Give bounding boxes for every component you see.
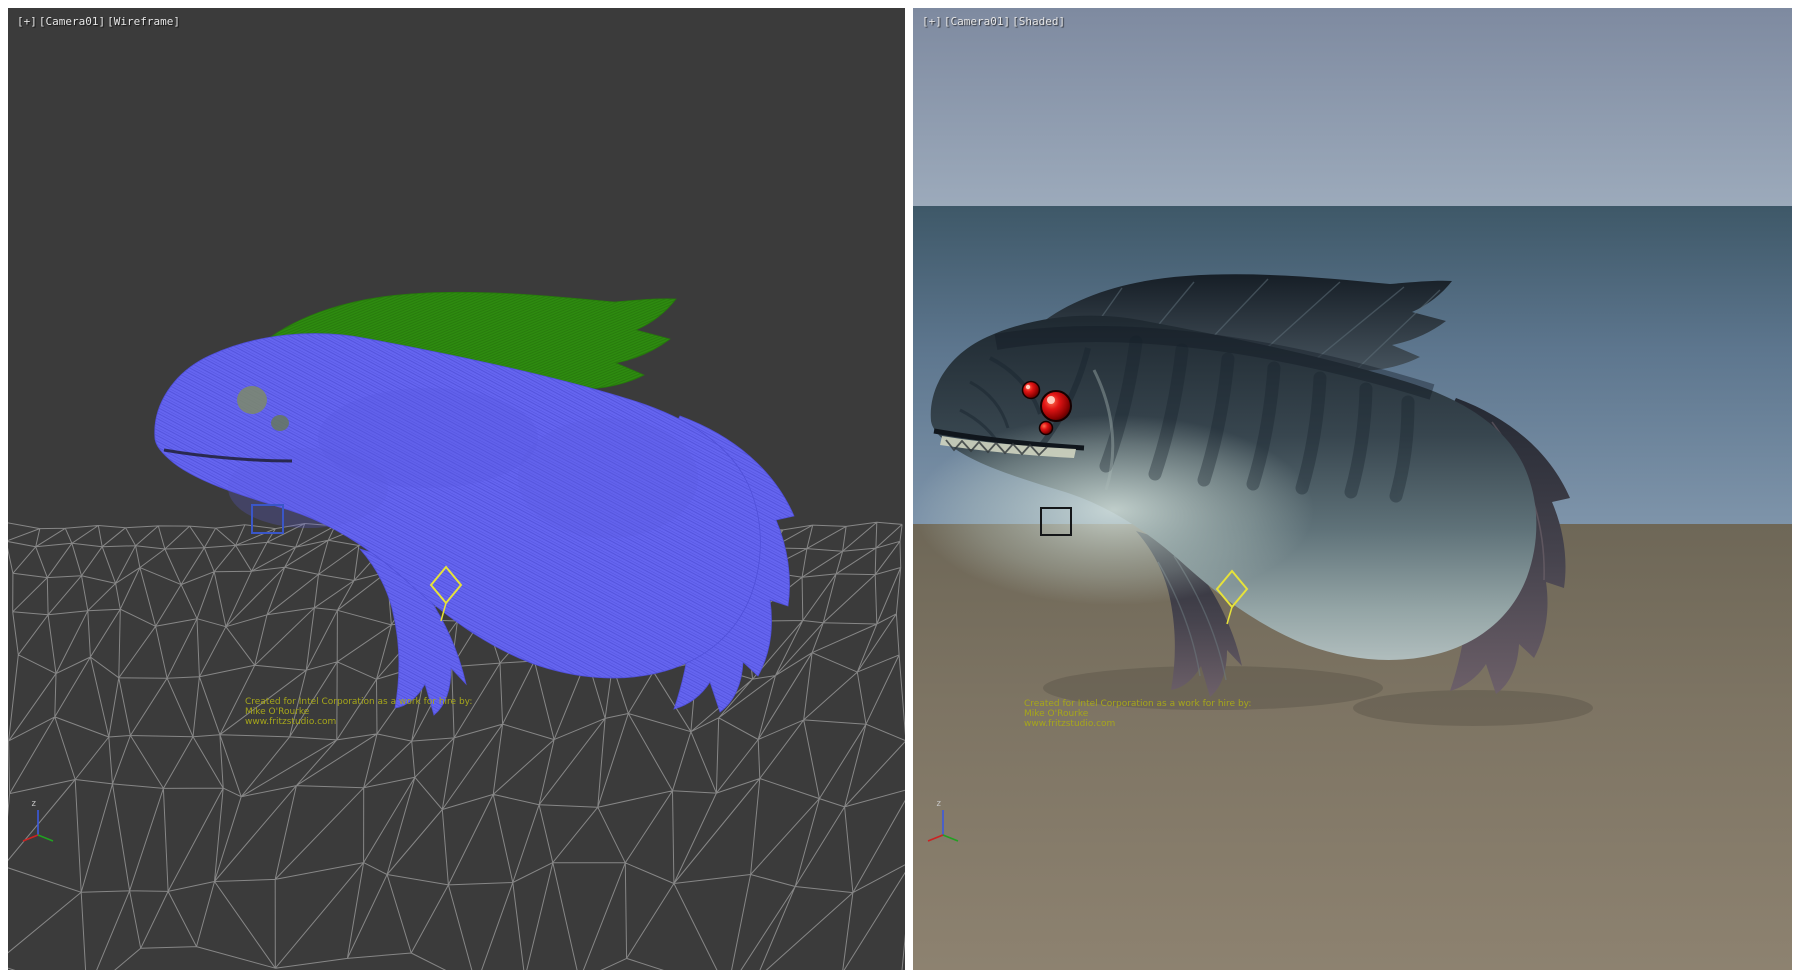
axis-z-label: z <box>936 799 941 809</box>
axis-x-line <box>928 835 943 841</box>
viewport-shading-menu[interactable]: [Wireframe] <box>107 15 180 28</box>
shaded-scene <box>913 8 1792 970</box>
viewport-label: [+][Camera01][Shaded] <box>922 15 1067 28</box>
viewport-pov-menu[interactable]: [Camera01] <box>39 15 105 28</box>
axis-z-label: z <box>31 799 36 809</box>
world-axis-tripod: z <box>923 797 963 843</box>
fish-model-shaded[interactable] <box>914 274 1570 697</box>
watermark-credit: Created for Intel Corporation as a work … <box>1024 699 1251 729</box>
viewport-general-menu[interactable]: [+] <box>17 15 37 28</box>
contact-shadow <box>1353 690 1593 726</box>
viewport-wireframe[interactable]: [+][Camera01][Wireframe] Created for Int… <box>8 8 905 970</box>
viewport-shading-menu[interactable]: [Shaded] <box>1012 15 1065 28</box>
axis-x-line <box>23 835 38 841</box>
credit-line-3: www.fritzstudio.com <box>245 717 472 727</box>
credit-line-2: Mike O'Rourke <box>245 707 472 717</box>
credit-line-3: www.fritzstudio.com <box>1024 719 1251 729</box>
viewport-pov-menu[interactable]: [Camera01] <box>944 15 1010 28</box>
axis-y-line <box>38 835 53 841</box>
axis-y-line <box>943 835 958 841</box>
credit-line-1: Created for Intel Corporation as a work … <box>245 697 472 707</box>
viewport-shaded[interactable]: [+][Camera01][Shaded] Created for Intel … <box>913 8 1792 970</box>
viewport-label: [+][Camera01][Wireframe] <box>17 15 182 28</box>
credit-line-2: Mike O'Rourke <box>1024 709 1251 719</box>
fish-model-wireframe[interactable] <box>155 292 794 715</box>
credit-line-1: Created for Intel Corporation as a work … <box>1024 699 1251 709</box>
viewport-general-menu[interactable]: [+] <box>922 15 942 28</box>
watermark-credit: Created for Intel Corporation as a work … <box>245 697 472 727</box>
wireframe-scene <box>8 8 905 970</box>
fish-eye <box>237 386 267 414</box>
fish-eye <box>271 415 289 431</box>
world-axis-tripod: z <box>18 797 58 843</box>
wireframe-density-shade <box>518 418 698 538</box>
